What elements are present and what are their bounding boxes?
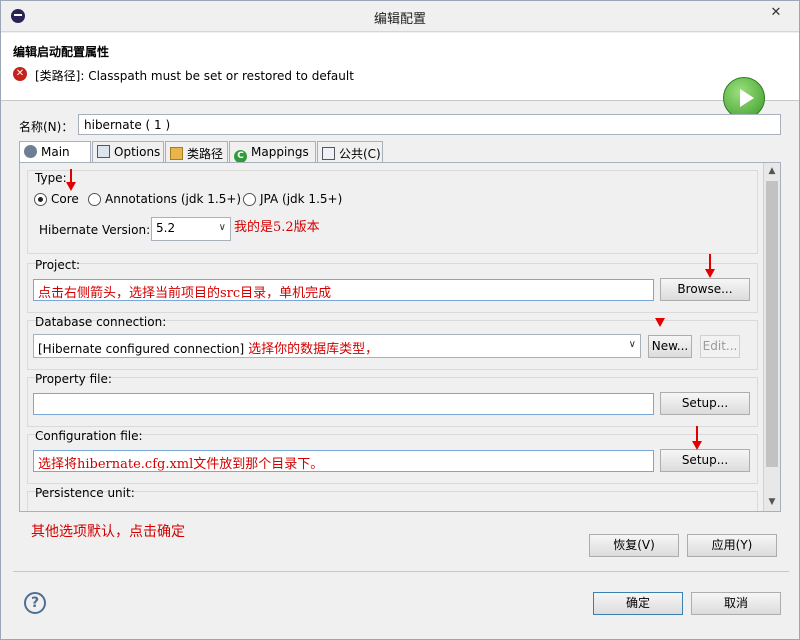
database-annotation: 选择你的数据库类型， [248,342,379,357]
project-input[interactable]: 点击右侧箭头，选择当前项目的src目录，单机完成 [33,279,654,301]
window-title: 编辑配置 [373,12,426,27]
configuration-file-label: Configuration file: [35,429,143,443]
radio-core-dot[interactable] [34,192,47,206]
title-bar: 编辑配置 ✕ [1,1,799,32]
version-annotation: 我的是5.2版本 [234,220,320,235]
database-connection-label: Database connection: [35,315,167,329]
configuration-file-input[interactable]: 选择将hibernate.cfg.xml文件放到那个目录下。 [33,450,654,472]
property-file-label: Property file: [35,372,112,386]
hibernate-version-value: 5.2 [156,221,176,235]
close-button[interactable]: ✕ [763,4,789,22]
chevron-down-icon: ∨ [628,339,636,350]
arrow-new-annotation [655,318,665,332]
config-annotation: 选择将hibernate.cfg.xml文件放到那个目录下。 [38,457,324,472]
name-label: 名称(N)： [19,120,74,134]
hibernate-version-select[interactable]: 5.2 ∨ [151,217,231,241]
panel-scrollbar[interactable]: ▲ ▼ [763,163,780,511]
arrow-setup-annotation [692,426,702,450]
project-label: Project: [35,258,81,272]
error-icon: ✕ [13,67,27,81]
options-tab-icon [97,145,110,158]
tab-mappings[interactable]: C Mappings [229,141,316,163]
scroll-thumb[interactable] [766,181,778,467]
chevron-down-icon: ∨ [218,222,226,233]
tab-common[interactable]: 公共(C) [317,141,383,162]
radio-annotations-dot[interactable] [88,192,101,206]
project-annotation: 点击右侧箭头，选择当前项目的src目录，单机完成 [38,286,332,301]
radio-core[interactable]: Core [34,192,79,206]
dialog-header: 编辑启动配置属性 ✕ [类路径]: Classpath must be set … [1,33,799,119]
property-file-input[interactable] [33,393,654,415]
new-connection-button[interactable]: New... [648,335,692,358]
persistence-unit-label: Persistence unit: [35,486,135,500]
tab-options[interactable]: Options [92,141,164,162]
apply-button[interactable]: 应用(Y) [687,534,777,557]
common-tab-icon [322,147,335,160]
radio-core-label: Core [51,192,79,206]
property-setup-button[interactable]: Setup... [660,392,750,415]
arrow-browse-annotation [705,254,715,278]
cancel-button[interactable]: 取消 [691,592,781,615]
bottom-annotation: 其他选项默认，点击确定 [31,524,185,540]
tab-main[interactable]: Main [19,141,91,163]
run-banner-icon [723,77,765,119]
main-tab-icon [24,145,37,158]
radio-annotations-label: Annotations (jdk 1.5+) [105,192,242,206]
header-title: 编辑启动配置属性 [13,45,110,59]
arrow-core-annotation [66,169,76,191]
classpath-tab-icon [170,147,183,160]
name-input[interactable] [78,114,781,135]
tab-mappings-label: Mappings [251,145,309,159]
scroll-up-icon[interactable]: ▲ [764,163,780,180]
dialog-window: 编辑配置 ✕ 编辑启动配置属性 ✕ [类路径]: Classpath must … [0,0,800,640]
type-group [27,170,758,254]
footer-divider [13,571,789,572]
revert-button[interactable]: 恢复(V) [589,534,679,557]
radio-jpa[interactable]: JPA (jdk 1.5+) [243,192,342,206]
radio-jpa-label: JPA (jdk 1.5+) [260,192,343,206]
help-icon[interactable]: ? [24,592,46,614]
type-label: Type: [35,171,67,185]
edit-connection-button[interactable]: Edit... [700,335,740,358]
tab-common-label: 公共(C) [339,147,381,161]
ok-button[interactable]: 确定 [593,592,683,615]
tab-options-label: Options [114,145,161,159]
radio-annotations[interactable]: Annotations (jdk 1.5+) [88,192,241,206]
database-connection-select[interactable]: [Hibernate configured connection] 选择你的数据… [33,334,641,358]
config-setup-button[interactable]: Setup... [660,449,750,472]
hibernate-version-label: Hibernate Version: [39,223,151,237]
radio-jpa-dot[interactable] [243,192,256,206]
error-message: [类路径]: Classpath must be set or restored… [35,69,354,83]
tab-classpath-label: 类路径 [187,147,224,161]
browse-button[interactable]: Browse... [660,278,750,301]
tab-main-label: Main [41,145,70,159]
database-connection-value: [Hibernate configured connection] [38,342,245,356]
tab-classpath[interactable]: 类路径 [165,141,228,162]
persistence-group [27,491,758,511]
scroll-down-icon[interactable]: ▼ [764,494,780,511]
